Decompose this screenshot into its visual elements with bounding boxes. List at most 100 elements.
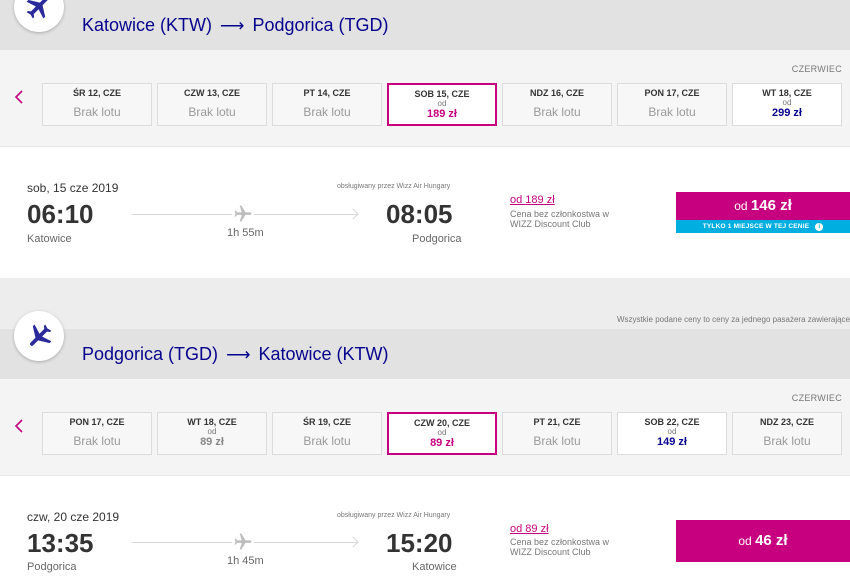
inbound-day-2[interactable]: ŚR 19, CZE Brak lotu xyxy=(272,412,382,455)
day-label: ŚR 19, CZE xyxy=(302,417,351,427)
day-label: WT 18, CZE xyxy=(187,417,237,427)
outbound-prev-dates-button[interactable] xyxy=(12,86,26,108)
outbound-day-5[interactable]: PON 17, CZE Brak lotu xyxy=(617,83,727,126)
select-fare-button[interactable]: od 46 zł xyxy=(676,520,850,562)
flight-duration: 1h 45m xyxy=(227,555,264,567)
member-price-link[interactable]: od 89 zł xyxy=(510,523,549,535)
airplane-icon xyxy=(26,0,48,19)
no-flight-label: Brak lotu xyxy=(188,105,236,119)
day-price: 89 zł xyxy=(430,437,454,449)
arrival-time: 15:20 xyxy=(386,528,453,558)
day-price: 299 zł xyxy=(772,107,802,119)
inbound-from: Podgorica (TGD) xyxy=(82,344,219,364)
fare-price: 146 zł xyxy=(750,197,792,214)
arrival-city: Podgorica xyxy=(412,233,462,245)
seats-left-banner: TYLKO 1 MIEJSCE W TEJ CENIE i xyxy=(676,220,850,233)
outbound-month-label: CZERWIEC xyxy=(791,64,842,74)
outbound-day-3-selected[interactable]: SOB 15, CZE od 189 zł xyxy=(387,83,497,126)
flight-path-arrow xyxy=(347,208,359,220)
arrival-time: 08:05 xyxy=(386,199,453,229)
member-price-link[interactable]: od 189 zł xyxy=(510,194,555,206)
outbound-day-6[interactable]: WT 18, CZE od 299 zł xyxy=(732,83,842,126)
seats-left-text: TYLKO 1 MIEJSCE W TEJ CENIE xyxy=(702,223,810,230)
member-price-note: Cena bez członkostwa w WIZZ Discount Clu… xyxy=(510,209,610,229)
day-label: PT 14, CZE xyxy=(303,88,351,98)
chevron-left-icon xyxy=(14,419,23,433)
departure-city: Podgorica xyxy=(27,561,77,573)
day-label: PT 21, CZE xyxy=(533,417,581,427)
no-flight-label: Brak lotu xyxy=(303,105,351,119)
price-from-label: od xyxy=(437,428,447,437)
day-label: PON 17, CZE xyxy=(69,417,125,427)
route-arrow: ⟶ xyxy=(226,345,251,364)
inbound-route-header: Podgorica (TGD) ⟶ Katowice (KTW) xyxy=(0,329,850,379)
inbound-day-5[interactable]: SOB 22, CZE od 149 zł xyxy=(617,412,727,455)
outbound-date-strip: CZERWIEC ŚR 12, CZE Brak lotu CZW 13, CZ… xyxy=(0,50,850,146)
price-from-label: od xyxy=(667,427,677,436)
departure-time: 13:35 xyxy=(27,528,94,558)
no-flight-label: Brak lotu xyxy=(763,434,811,448)
fare-price: 46 zł xyxy=(755,532,788,549)
outbound-to: Podgorica (TGD) xyxy=(252,15,389,35)
info-icon[interactable]: i xyxy=(815,223,824,231)
flight-plane-icon xyxy=(232,532,254,552)
price-from-label: od xyxy=(207,427,217,436)
inbound-day-0[interactable]: PON 17, CZE Brak lotu xyxy=(42,412,152,455)
operated-by: obsługiwany przez Wizz Air Hungary xyxy=(337,512,451,519)
outbound-day-1[interactable]: CZW 13, CZE Brak lotu xyxy=(157,83,267,126)
inbound-to: Katowice (KTW) xyxy=(258,344,389,364)
day-price: 89 zł xyxy=(200,436,224,448)
chevron-left-icon xyxy=(14,90,23,104)
day-label: CZW 20, CZE xyxy=(413,418,470,428)
no-flight-label: Brak lotu xyxy=(73,105,121,119)
flight-plane-icon xyxy=(232,204,254,224)
outbound-day-4[interactable]: NDZ 16, CZE Brak lotu xyxy=(502,83,612,126)
airplane-icon xyxy=(234,533,252,550)
inbound-day-3-selected[interactable]: CZW 20, CZE od 89 zł xyxy=(387,412,497,455)
inbound-flight-card: czw, 20 cze 2019 obsługiwany przez Wizz … xyxy=(0,475,850,582)
arrival-city: Katowice xyxy=(412,561,457,573)
no-flight-label: Brak lotu xyxy=(648,105,696,119)
day-label: SOB 15, CZE xyxy=(414,89,470,99)
airplane-icon xyxy=(30,324,52,346)
no-flight-label: Brak lotu xyxy=(73,434,121,448)
flight-date: sob, 15 cze 2019 xyxy=(27,181,119,195)
outbound-day-2[interactable]: PT 14, CZE Brak lotu xyxy=(272,83,382,126)
select-fare-button[interactable]: od 146 zł xyxy=(676,192,850,220)
route-arrow: ⟶ xyxy=(220,16,245,35)
day-price: 189 zł xyxy=(427,108,457,120)
departure-city: Katowice xyxy=(27,233,72,245)
inbound-prev-dates-button[interactable] xyxy=(12,415,26,437)
flight-date: czw, 20 cze 2019 xyxy=(27,510,120,524)
price-from-label: od xyxy=(782,98,792,107)
day-label: NDZ 23, CZE xyxy=(759,417,814,427)
price-prefix: od xyxy=(734,199,748,213)
price-disclaimer: Wszystkie podane ceny to ceny za jednego… xyxy=(616,315,850,324)
outbound-day-0[interactable]: ŚR 12, CZE Brak lotu xyxy=(42,83,152,126)
outbound-flight-card: sob, 15 cze 2019 obsługiwany przez Wizz … xyxy=(0,146,850,278)
day-label: PON 17, CZE xyxy=(644,88,700,98)
inbound-date-strip: CZERWIEC PON 17, CZE Brak lotu WT 18, CZ… xyxy=(0,379,850,475)
day-label: ŚR 12, CZE xyxy=(72,88,121,98)
member-price-note: Cena bez członkostwa w WIZZ Discount Clu… xyxy=(510,537,610,557)
day-label: NDZ 16, CZE xyxy=(529,88,584,98)
outbound-route-header: Katowice (KTW) ⟶ Podgorica (TGD) xyxy=(0,0,850,50)
departure-time: 06:10 xyxy=(27,199,94,229)
inbound-day-6[interactable]: NDZ 23, CZE Brak lotu xyxy=(732,412,842,455)
flight-search-results: Katowice (KTW) ⟶ Podgorica (TGD) CZERWIE… xyxy=(0,0,850,582)
no-flight-label: Brak lotu xyxy=(533,105,581,119)
day-label: SOB 22, CZE xyxy=(644,417,700,427)
price-prefix: od xyxy=(738,534,752,548)
no-flight-label: Brak lotu xyxy=(533,434,581,448)
outbound-from: Katowice (KTW) xyxy=(82,15,213,35)
price-from-label: od xyxy=(437,99,447,108)
inbound-route-title: Podgorica (TGD) ⟶ Katowice (KTW) xyxy=(82,344,388,365)
inbound-month-label: CZERWIEC xyxy=(791,393,842,403)
inbound-day-4[interactable]: PT 21, CZE Brak lotu xyxy=(502,412,612,455)
day-price: 149 zł xyxy=(657,436,687,448)
day-label: CZW 13, CZE xyxy=(183,88,240,98)
inbound-plane-badge xyxy=(14,311,64,361)
no-flight-label: Brak lotu xyxy=(303,434,351,448)
day-label: WT 18, CZE xyxy=(762,88,812,98)
inbound-day-1[interactable]: WT 18, CZE od 89 zł xyxy=(157,412,267,455)
